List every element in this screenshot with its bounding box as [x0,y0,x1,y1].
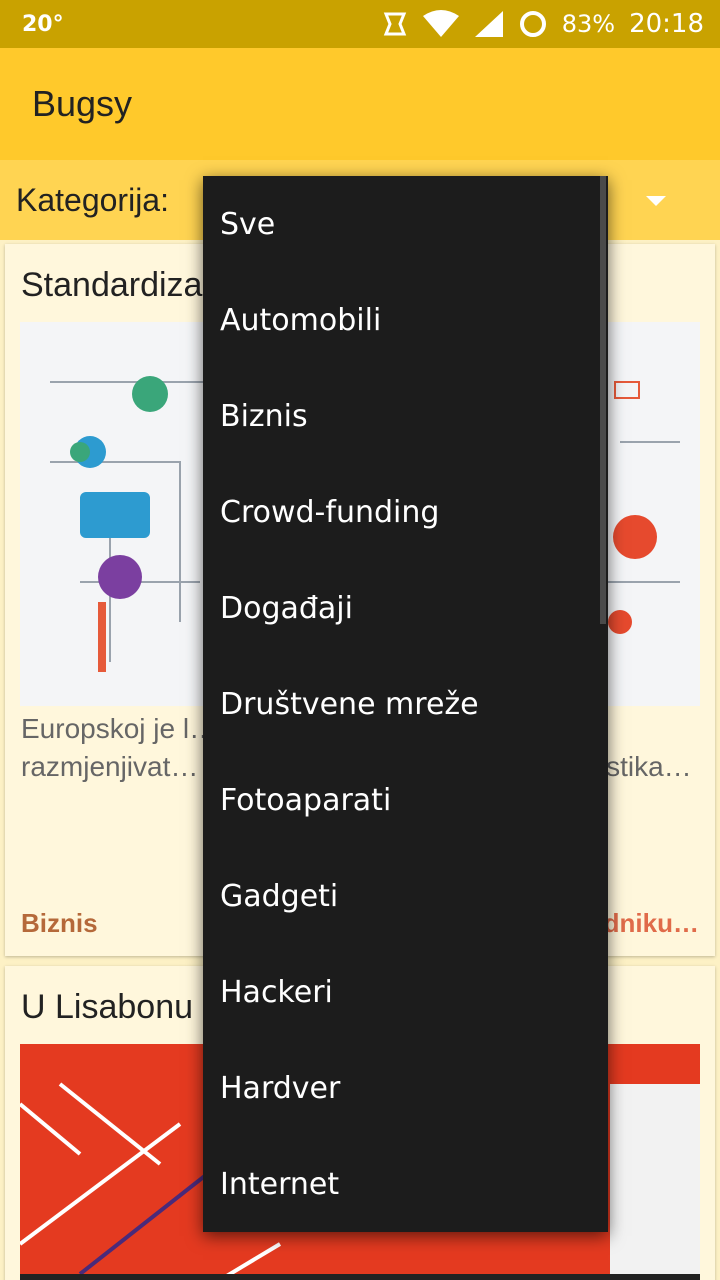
status-bar: 20° 83% 20:18 [0,0,720,48]
app-title: Bugsy [32,83,133,124]
dropdown-option-dogadaji[interactable]: Događaji [203,560,608,656]
dropdown-option-crowd-funding[interactable]: Crowd-funding [203,464,608,560]
weather-temperature: 20° [22,11,64,37]
app-bar: Bugsy [0,48,720,160]
dropdown-option-fotoaparati[interactable]: Fotoaparati [203,752,608,848]
dropdown-option-sve[interactable]: Sve [203,176,608,272]
dropdown-arrow-icon[interactable] [646,196,666,206]
wifi-icon [422,10,460,38]
category-label: Kategorija: [16,181,169,218]
dropdown-scrollbar[interactable] [600,176,606,624]
dropdown-option-gadgeti[interactable]: Gadgeti [203,848,608,944]
cell-signal-icon [474,10,504,38]
dropdown-option-automobili[interactable]: Automobili [203,272,608,368]
category-dropdown-menu[interactable]: Sve Automobili Biznis Crowd-funding Doga… [203,176,608,1232]
dropdown-option-hardver[interactable]: Hardver [203,1040,608,1136]
status-icons: 83% 20:18 [382,9,704,39]
article-category[interactable]: Biznis [21,908,98,939]
nfc-icon [382,11,408,37]
loading-circle-icon [518,9,548,39]
dropdown-option-internet[interactable]: Internet [203,1136,608,1232]
dropdown-option-biznis[interactable]: Biznis [203,368,608,464]
battery-percent: 83% [561,10,616,38]
dropdown-option-drustvene-mreze[interactable]: Društvene mreže [203,656,608,752]
clock: 20:18 [629,9,704,39]
dropdown-option-hackeri[interactable]: Hackeri [203,944,608,1040]
